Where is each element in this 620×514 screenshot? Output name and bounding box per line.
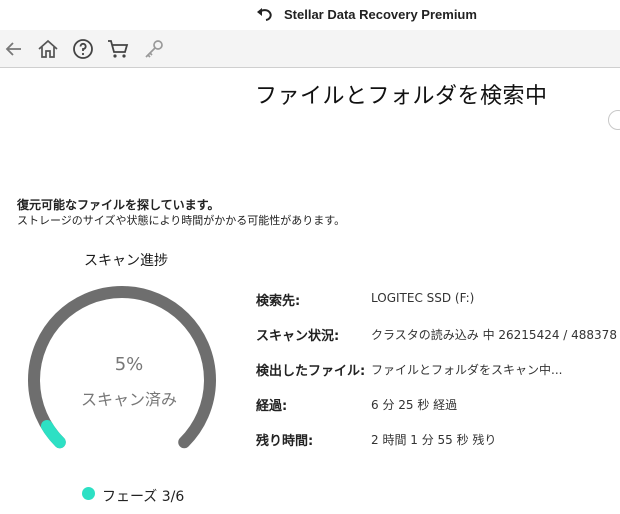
key-icon[interactable] [142, 37, 166, 61]
detail-label-remaining: 残り時間: [256, 434, 314, 449]
home-icon[interactable] [36, 37, 60, 61]
detail-value-scan-status: クラスタの読み込み 中 26215424 / 488378 [371, 328, 617, 342]
gauge-fill [40, 419, 66, 449]
stellar-logo-icon [257, 8, 272, 21]
progress-status: スキャン済み [80, 390, 177, 409]
back-arrow-icon[interactable] [2, 37, 26, 61]
detail-value-found-files: ファイルとフォルダをスキャン中... [371, 363, 563, 377]
cart-icon[interactable] [106, 37, 130, 61]
page-title: ファイルとフォルダを検索中 [255, 84, 548, 109]
detail-value-location: LOGITEC SSD (F:) [371, 291, 475, 305]
status-note: ストレージのサイズや状態により時間がかかる可能性があります。 [17, 214, 346, 227]
phase-indicator-dot [82, 487, 95, 500]
detail-value-elapsed: 6 分 25 秒 経過 [371, 398, 458, 412]
side-panel-toggle[interactable] [608, 110, 620, 130]
phase-label: フェーズ 3/6 [102, 489, 185, 505]
detail-value-remaining: 2 時間 1 分 55 秒 残り [371, 433, 497, 447]
toolbar [0, 30, 620, 68]
window-title: Stellar Data Recovery Premium [284, 7, 477, 22]
progress-percent: 5% [114, 354, 144, 375]
detail-label-scan-status: スキャン状況: [256, 329, 340, 344]
help-icon[interactable] [71, 37, 95, 61]
title-bar: Stellar Data Recovery Premium [0, 0, 620, 30]
detail-label-elapsed: 経過: [256, 399, 288, 414]
progress-heading: スキャン進捗 [84, 253, 168, 269]
status-message: 復元可能なファイルを探しています。 [17, 198, 220, 212]
detail-label-location: 検索先: [256, 294, 301, 309]
detail-label-found-files: 検出したファイル: [256, 364, 366, 379]
